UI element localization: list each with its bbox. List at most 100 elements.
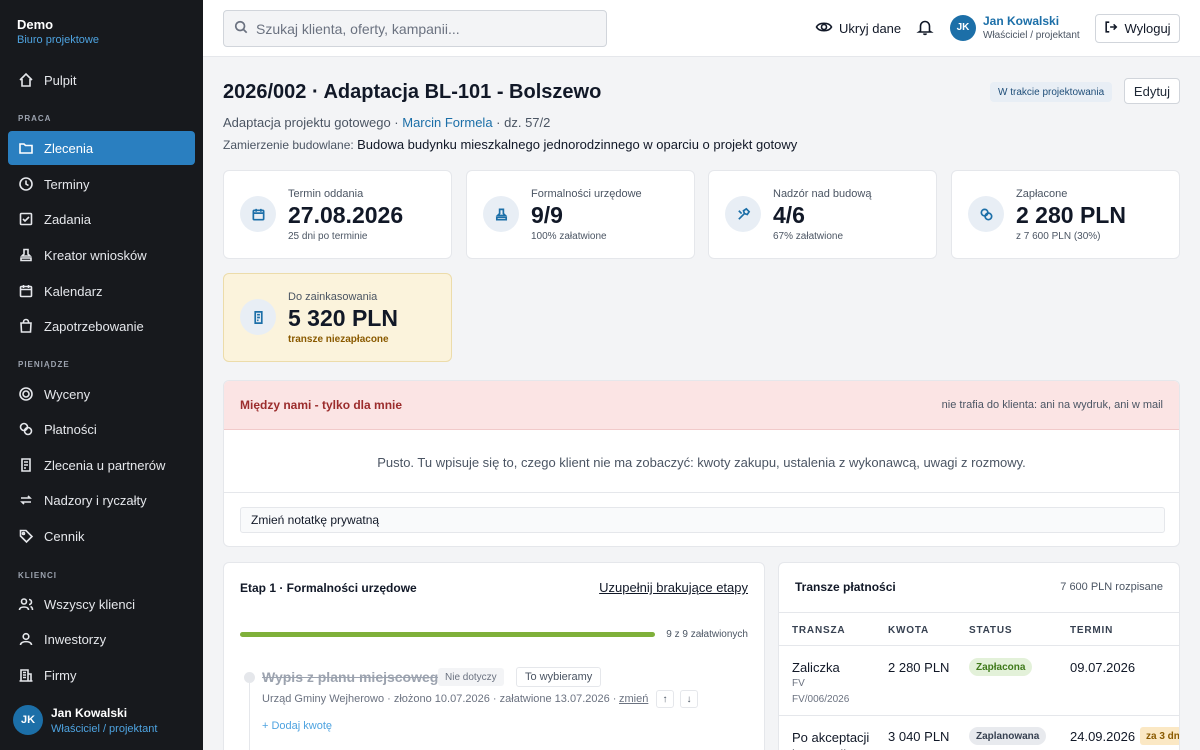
stat-value: 4/6 [773, 202, 805, 228]
status-badge: W trakcie projektowania [990, 82, 1113, 102]
step-change-link[interactable]: zmień [619, 693, 648, 705]
calendar-icon [240, 196, 276, 232]
stat-sub: 25 dni po terminie [288, 231, 368, 242]
sidebar-item-supplies[interactable]: Zapotrzebowanie [8, 309, 195, 343]
sidebar-item-orders[interactable]: Zlecenia [8, 131, 195, 165]
sidebar-item-label: Cennik [44, 528, 85, 544]
sidebar-item-quotes[interactable]: Wyceny [8, 377, 195, 411]
stamp-icon [18, 247, 34, 263]
doc-number: FV/006/2026 [792, 694, 850, 705]
stage-progress-bar [240, 632, 655, 637]
stat-sub: z 7 600 PLN (30%) [1016, 231, 1101, 242]
private-note-empty: Pusto. Tu wpisuje się to, czego klient n… [377, 455, 1026, 470]
sidebar-item-dashboard[interactable]: Pulpit [8, 63, 195, 97]
bell-icon[interactable] [916, 18, 934, 39]
sidebar: Demo Biuro projektowe Pulpit PRACA Zlece… [0, 0, 203, 750]
edit-private-note-button[interactable]: Zmień notatkę prywatną [240, 507, 1165, 533]
sidebar-item-label: Zapotrzebowanie [44, 318, 144, 334]
stat-card-deadline: Termin oddania 27.08.2026 25 dni po term… [223, 170, 452, 259]
status-badge: Zaplanowana [969, 727, 1047, 745]
move-up-button[interactable]: ↑ [656, 690, 674, 708]
sidebar-item-label: Wszyscy klienci [44, 596, 136, 612]
stat-card-paid: Zapłacone 2 280 PLN z 7 600 PLN (30%) [951, 170, 1180, 259]
stat-sub: 100% załatwione [531, 231, 607, 242]
sidebar-item-deadlines[interactable]: Terminy [8, 167, 195, 201]
add-amount-link[interactable]: + Dodaj kwotę [262, 720, 332, 732]
step-name: Wypis z planu miejscowego [262, 669, 447, 685]
table-row[interactable]: Zaliczka FV FV/006/2026 2 280 PLN Zapłac… [779, 646, 1179, 716]
receipt-icon [18, 457, 34, 473]
sidebar-item-pricelist[interactable]: Cennik [8, 519, 195, 553]
hide-data-label: Ukryj dane [839, 21, 902, 36]
sidebar-item-investors[interactable]: Inwestorzy [8, 622, 195, 656]
user-role: Właściciel / projektant [983, 30, 1080, 41]
sidebar-item-label: Terminy [44, 176, 90, 192]
tranche-amount: 3 040 PLN [888, 729, 950, 744]
client-link[interactable]: Marcin Formela [402, 115, 492, 130]
private-note-title: Między nami - tylko dla mnie [240, 398, 403, 412]
sidebar-item-label: Zlecenia u partnerów [44, 457, 166, 473]
choose-button[interactable]: To wybieramy [516, 667, 602, 687]
eye-icon [815, 18, 839, 39]
sidebar-item-label: Firmy [44, 667, 77, 683]
column-header: TRANSZA [792, 625, 846, 636]
brand: Demo Biuro projektowe [0, 0, 203, 46]
sidebar-item-partner-orders[interactable]: Zlecenia u partnerów [8, 448, 195, 482]
building-icon [18, 667, 34, 683]
logout-button[interactable]: Wyloguj [1095, 14, 1180, 43]
avatar: JK [13, 705, 43, 735]
sidebar-item-all-clients[interactable]: Wszyscy klienci [8, 587, 195, 621]
search-box[interactable] [223, 10, 607, 47]
sidebar-item-label: Wyceny [44, 386, 91, 402]
stat-card-supervision: Nadzór nad budową 4/6 67% załatwione [708, 170, 937, 259]
sidebar-item-calendar[interactable]: Kalendarz [8, 274, 195, 308]
sidebar-item-label: Nadzory i ryczałty [44, 492, 147, 508]
topbar: Ukryj dane JK Jan Kowalski Właściciel / … [203, 0, 1200, 57]
tranche-name: Zaliczka [792, 660, 840, 675]
status-badge: Zapłacona [969, 658, 1033, 676]
stat-value: 9/9 [531, 202, 563, 228]
sidebar-item-tasks[interactable]: Zadania [8, 202, 195, 236]
sidebar-item-companies[interactable]: Firmy [8, 658, 195, 692]
tag-icon [18, 528, 34, 544]
nav-section-clients: KLIENCI [18, 571, 57, 580]
project-subline: Adaptacja projektu gotowego · Marcin For… [223, 115, 550, 130]
page-title: 2026/002 · Adaptacja BL-101 - Bolszewo [223, 81, 602, 103]
checkbox-icon [18, 211, 34, 227]
top-user[interactable]: JK Jan Kowalski Właściciel / projektant [950, 14, 1080, 41]
stat-label: Termin oddania [288, 188, 364, 200]
tranche-due: 09.07.2026 [1070, 660, 1136, 675]
stat-label: Nadzór nad budową [773, 188, 872, 200]
nav-section-work: PRACA [18, 114, 52, 123]
shopping-bag-icon [18, 318, 34, 334]
project-plot: · dz. 57/2 [496, 115, 551, 130]
private-note-panel: Między nami - tylko dla mnie nie trafia … [223, 380, 1180, 547]
repeat-icon [18, 492, 34, 508]
logout-icon [1104, 20, 1124, 37]
sidebar-item-payments[interactable]: Płatności [8, 412, 195, 446]
brand-sub: Biuro projektowe [17, 34, 99, 46]
stage-progress-text: 9 z 9 załatwionych [666, 629, 748, 640]
table-row[interactable]: Po akceptacji koncepcji 3 040 PLN Zaplan… [779, 716, 1179, 750]
sidebar-item-label: Zadania [44, 211, 91, 227]
not-applicable-badge[interactable]: Nie dotyczy [438, 668, 504, 686]
sidebar-item-label: Pulpit [44, 72, 77, 88]
due-soon-badge: za 3 dni [1140, 727, 1179, 745]
divider [224, 492, 1179, 493]
sidebar-item-label: Płatności [44, 421, 97, 437]
move-down-button[interactable]: ↓ [680, 690, 698, 708]
edit-button[interactable]: Edytuj [1124, 78, 1180, 104]
hide-data-button[interactable]: Ukryj dane [815, 18, 901, 39]
stat-label: Formalności urzędowe [531, 188, 642, 200]
sidebar-item-supervision[interactable]: Nadzory i ryczałty [8, 483, 195, 517]
fill-missing-stages-link[interactable]: Uzupełnij brakujące etapy [599, 580, 748, 595]
sidebar-item-label: Kreator wniosków [44, 247, 147, 263]
user-icon [18, 631, 34, 647]
payments-panel: Transze płatności 7 600 PLN rozpisane TR… [778, 562, 1180, 750]
sidebar-user[interactable]: JK Jan Kowalski Właściciel / projektant [13, 705, 157, 735]
sidebar-item-wizard[interactable]: Kreator wniosków [8, 238, 195, 272]
search-input[interactable] [256, 20, 586, 37]
stage-progress-fill [240, 632, 655, 637]
column-header: KWOTA [888, 625, 930, 636]
intent-value: Budowa budynku mieszkalnego jednorodzinn… [357, 137, 798, 152]
